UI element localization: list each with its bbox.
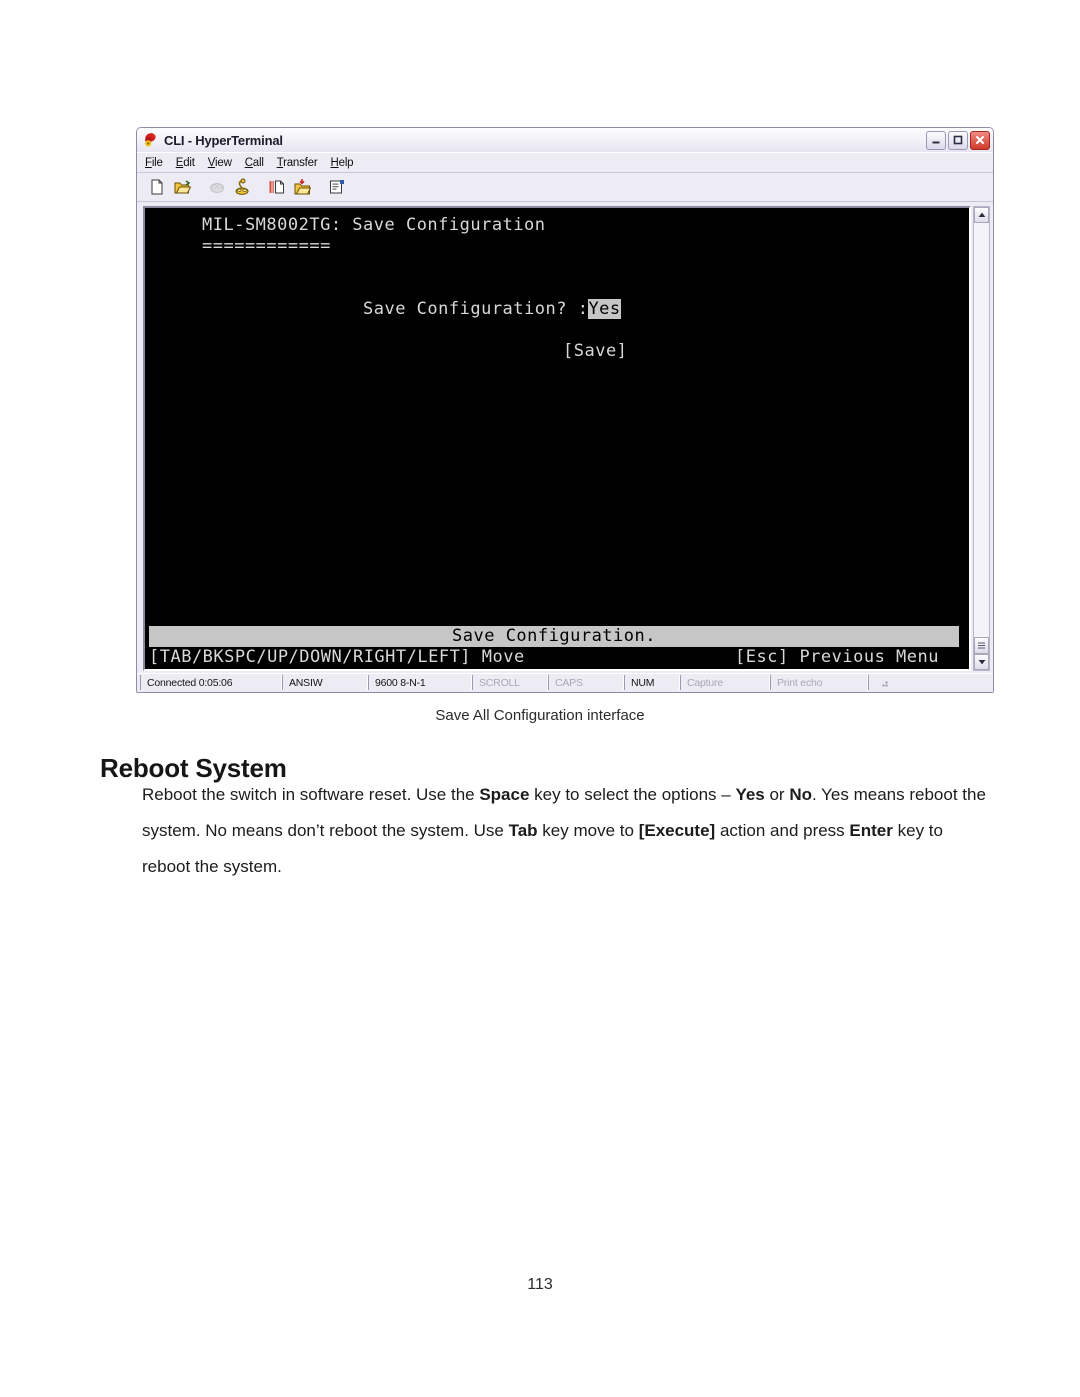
open-folder-icon[interactable]: [171, 176, 193, 198]
menubar: File Edit View Call Transfer Help: [137, 152, 993, 173]
paragraph-text: or: [764, 785, 790, 804]
page-number: 113: [527, 1276, 553, 1293]
window-statusbar: Connected 0:05:06 ANSIW 9600 8-N-1 SCROL…: [137, 673, 993, 692]
status-filler: [868, 675, 991, 690]
body-paragraph: Reboot the switch in software reset. Use…: [142, 777, 987, 885]
status-num-indicator: NUM: [624, 675, 680, 690]
keyword-yes: Yes: [735, 785, 765, 804]
call-icon: [206, 176, 228, 198]
terminal-client-area: MIL-SM8002TG: Save Configuration =======…: [137, 202, 993, 673]
key-help-previous-menu: [Esc] Previous Menu: [735, 647, 939, 667]
window-title: CLI - HyperTerminal: [164, 132, 283, 148]
menu-item-call[interactable]: Call: [245, 157, 264, 169]
resize-grip-icon[interactable]: [875, 676, 889, 689]
hyperterminal-window: CLI - HyperTerminal File Edit View Call …: [136, 127, 994, 693]
paragraph-text: key to select the options –: [529, 785, 736, 804]
disconnect-icon[interactable]: [231, 176, 253, 198]
terminal-heading: MIL-SM8002TG: Save Configuration: [202, 215, 546, 235]
keyword-tab: Tab: [508, 821, 538, 840]
save-configuration-value[interactable]: Yes: [588, 299, 621, 319]
status-print-echo-indicator: Print echo: [770, 675, 868, 690]
menu-item-transfer[interactable]: Transfer: [277, 157, 318, 169]
terminal-status-line: Save Configuration.: [149, 626, 959, 647]
paragraph-text: .: [811, 785, 817, 804]
terminal-output: MIL-SM8002TG: Save Configuration =======…: [145, 215, 969, 626]
menu-item-file[interactable]: File: [145, 157, 163, 169]
terminal-vertical-scrollbar[interactable]: [973, 206, 990, 671]
keyword-no: No: [789, 785, 812, 804]
status-capture-indicator: Capture: [680, 675, 770, 690]
menu-item-edit[interactable]: Edit: [176, 157, 195, 169]
scroll-down-arrow-icon[interactable]: [974, 654, 989, 670]
status-scroll-indicator: SCROLL: [472, 675, 548, 690]
terminal-screen[interactable]: MIL-SM8002TG: Save Configuration =======…: [145, 208, 969, 669]
scrollbar-thumb[interactable]: [974, 637, 989, 654]
paragraph-text: Reboot the switch in software reset. Use…: [142, 785, 480, 804]
figure-caption: Save All Configuration interface: [435, 707, 645, 724]
status-caps-indicator: CAPS: [548, 675, 624, 690]
menu-item-help[interactable]: Help: [331, 157, 354, 169]
terminal-frame[interactable]: MIL-SM8002TG: Save Configuration =======…: [143, 206, 971, 671]
paragraph-text: action and press: [715, 821, 850, 840]
status-connected: Connected 0:05:06: [140, 675, 282, 690]
key-help-move: [TAB/BKSPC/UP/DOWN/RIGHT/LEFT] Move: [149, 647, 525, 667]
menu-item-view[interactable]: View: [208, 157, 232, 169]
terminal-key-help: [TAB/BKSPC/UP/DOWN/RIGHT/LEFT] Move [Esc…: [145, 647, 969, 669]
toolbar: [137, 173, 993, 202]
hyperterminal-icon: [143, 132, 159, 148]
save-configuration-field[interactable]: Save Configuration? :Yes: [155, 299, 969, 320]
save-action-button[interactable]: [Save]: [155, 341, 969, 362]
keyword-enter: Enter: [849, 821, 893, 840]
new-connection-icon[interactable]: [146, 176, 168, 198]
paragraph-text: key move to: [537, 821, 634, 840]
scroll-up-arrow-icon[interactable]: [974, 207, 989, 223]
save-configuration-label: Save Configuration? :: [363, 299, 589, 319]
status-emulation: ANSIW: [282, 675, 368, 690]
properties-icon[interactable]: [326, 176, 348, 198]
keyword-space: Space: [479, 785, 530, 804]
maximize-button[interactable]: [948, 130, 968, 150]
send-file-icon[interactable]: [266, 176, 288, 198]
window-controls: [926, 130, 990, 150]
terminal-heading-rule: ============: [202, 236, 331, 256]
minimize-button[interactable]: [926, 130, 946, 150]
keyword-execute: [Execute]: [638, 821, 716, 840]
close-button[interactable]: [970, 130, 990, 150]
scrollbar-track[interactable]: [974, 223, 989, 637]
receive-file-icon[interactable]: [291, 176, 313, 198]
window-titlebar[interactable]: CLI - HyperTerminal: [137, 128, 993, 152]
status-line-settings: 9600 8-N-1: [368, 675, 472, 690]
